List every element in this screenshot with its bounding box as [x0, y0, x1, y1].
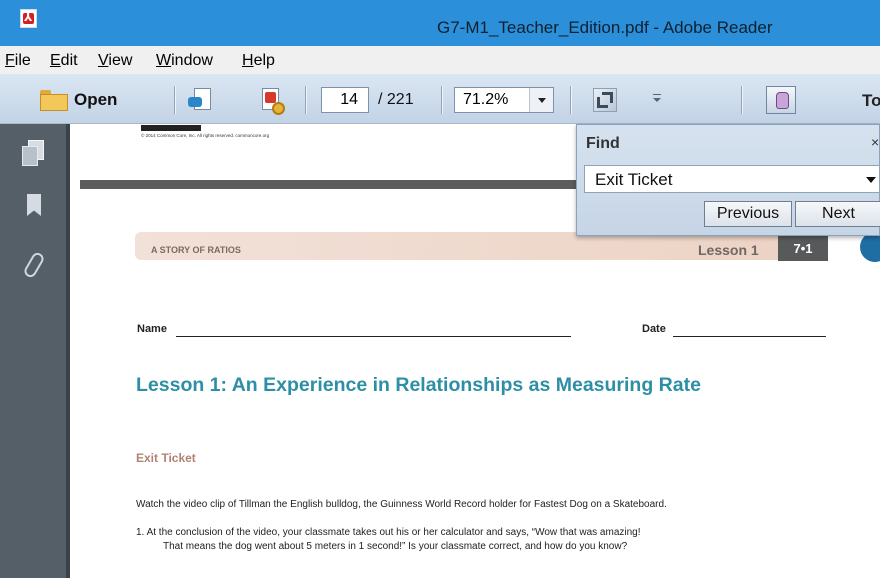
menu-view[interactable]: View — [98, 52, 132, 70]
menu-bar: File Edit View Window Help — [0, 46, 880, 74]
find-query[interactable]: Exit Ticket — [595, 170, 672, 190]
toolbar-separator — [174, 86, 175, 114]
toolbar-separator — [741, 86, 742, 114]
toolbar-separator — [570, 86, 571, 114]
create-pdf-icon — [188, 88, 211, 110]
date-label: Date — [642, 323, 666, 335]
story-label: A STORY OF RATIOS — [151, 245, 241, 255]
chevron-down-icon[interactable] — [529, 88, 553, 112]
menu-help[interactable]: Help — [242, 52, 275, 70]
hand-tool-button[interactable] — [766, 86, 796, 114]
window-title: G7-M1_Teacher_Edition.pdf - Adobe Reader — [437, 18, 773, 37]
grade-module-badge: 7•1 — [778, 236, 828, 261]
teacher-badge — [860, 232, 880, 262]
find-title: Find — [586, 135, 620, 152]
lesson-title: Lesson 1: An Experience in Relationships… — [136, 374, 701, 396]
menu-file[interactable]: File — [5, 52, 31, 70]
navigation-pane — [0, 124, 70, 578]
open-button[interactable]: Open — [40, 88, 117, 112]
toolbar: Open 14 / 221 71.2% To — [0, 74, 880, 124]
adobe-reader-app-icon[interactable]: ⅄ — [20, 9, 37, 28]
zoom-select[interactable]: 71.2% — [454, 87, 554, 113]
pdf-settings-icon — [262, 88, 285, 115]
question-1-line-2: That means the dog went about 5 meters i… — [163, 541, 628, 552]
folder-icon — [40, 90, 68, 111]
find-panel: Find × Exit Ticket Previous Next — [576, 124, 880, 236]
open-label: Open — [74, 90, 118, 109]
page-number-input[interactable]: 14 — [321, 87, 369, 113]
menu-window[interactable]: Window — [156, 52, 213, 70]
tools-label[interactable]: To — [862, 91, 880, 111]
instruction-text: Watch the video clip of Tillman the Engl… — [136, 499, 667, 510]
chevron-down-icon[interactable] — [866, 177, 876, 183]
attachments-icon[interactable] — [22, 250, 46, 276]
toolbar-separator — [305, 86, 306, 114]
title-bar: ⅄ G7-M1_Teacher_Edition.pdf - Adobe Read… — [0, 0, 880, 46]
create-pdf-button[interactable] — [188, 86, 216, 114]
pdf-settings-button[interactable] — [256, 86, 285, 115]
exit-ticket-heading: Exit Ticket — [136, 451, 196, 465]
copyright-footer: © 2014 Common Core, Inc. All rights rese… — [141, 125, 270, 138]
page-thumbnails-icon[interactable] — [22, 140, 46, 166]
next-button[interactable]: Next — [795, 201, 880, 227]
find-input[interactable]: Exit Ticket — [584, 165, 880, 193]
name-label: Name — [137, 323, 167, 335]
lesson-number-label: Lesson 1 — [698, 242, 759, 258]
toolbar-overflow-icon[interactable] — [652, 94, 662, 104]
menu-edit[interactable]: Edit — [50, 52, 78, 70]
bookmarks-icon[interactable] — [22, 194, 46, 220]
toolbar-separator — [441, 86, 442, 114]
zoom-value: 71.2% — [463, 91, 509, 108]
close-icon[interactable]: × — [871, 134, 879, 150]
fit-width-expand-icon[interactable] — [593, 88, 617, 112]
question-1-line-1: 1. At the conclusion of the video, your … — [136, 527, 641, 538]
previous-button[interactable]: Previous — [704, 201, 792, 227]
date-line — [673, 336, 826, 337]
page-total: / 221 — [378, 91, 414, 108]
name-line — [176, 336, 571, 337]
